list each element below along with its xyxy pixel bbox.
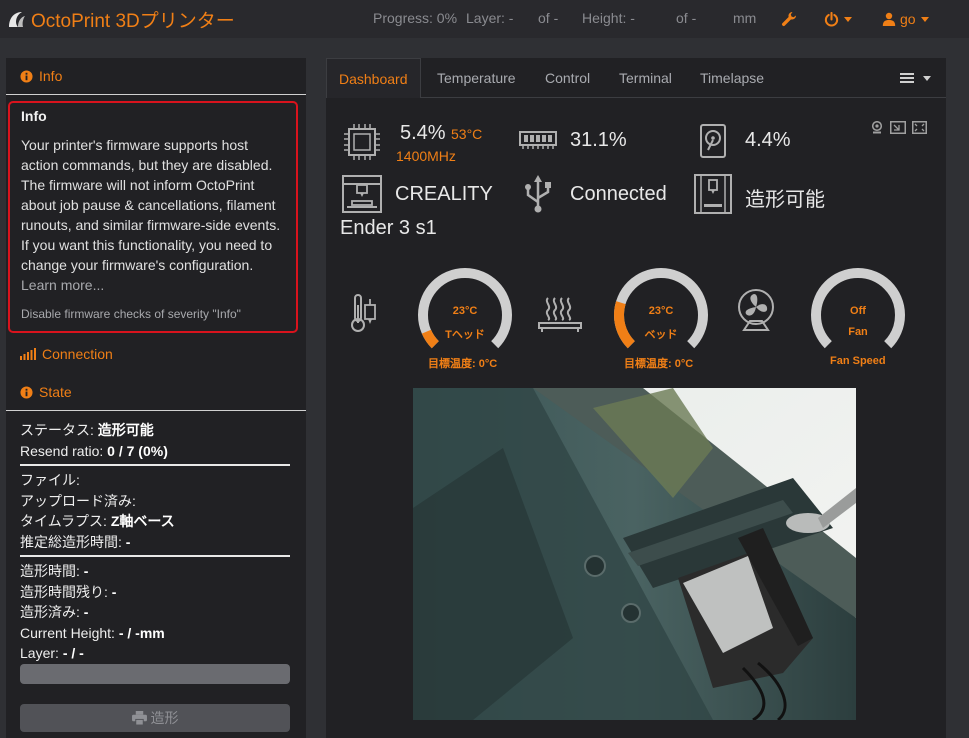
nav-height: Height: - xyxy=(582,10,635,26)
learn-more-link[interactable]: Learn more... xyxy=(21,275,285,295)
fan-icon xyxy=(738,289,774,331)
info-icon xyxy=(20,385,33,399)
power-icon xyxy=(824,11,839,26)
fan-label: Fan xyxy=(848,326,868,338)
disable-checks-link[interactable]: Disable firmware checks of severity "Inf… xyxy=(21,307,285,321)
divider xyxy=(20,555,290,557)
chevron-down-icon xyxy=(844,16,852,22)
tab-bar: Dashboard Temperature Control Terminal T… xyxy=(326,58,946,98)
nav-height-of: of - xyxy=(676,10,697,26)
printer-brand: CREALITY xyxy=(395,183,493,205)
disk-usage: 4.4% xyxy=(745,129,791,151)
fan-value: Off xyxy=(850,305,866,317)
webcam-stream[interactable] xyxy=(413,388,856,720)
state-printed: 造形済み: - xyxy=(20,604,89,620)
settings-button[interactable] xyxy=(781,8,797,30)
main-panel: Dashboard Temperature Control Terminal T… xyxy=(326,58,946,738)
alert-title: Info xyxy=(21,108,47,124)
print-button-label: 造形 xyxy=(150,710,179,726)
signal-icon xyxy=(20,348,36,360)
hotend-temperature: 23°C xyxy=(452,305,478,317)
fan-caption: Fan Speed xyxy=(830,355,886,367)
sidebar-header-label: Info xyxy=(39,68,63,84)
chevron-down-icon xyxy=(923,76,931,81)
nav-layer: Layer: - xyxy=(466,10,514,26)
memory-usage: 31.1% xyxy=(570,129,627,151)
wrench-icon xyxy=(782,11,797,26)
cpu-icon xyxy=(344,124,380,160)
state-current-height: Current Height: - / -mm xyxy=(20,624,165,641)
printer-3d-icon xyxy=(342,175,382,213)
cpu-temperature: 53°C xyxy=(451,126,483,142)
nav-height-unit: mm xyxy=(733,10,757,26)
connection-status: Connected xyxy=(570,183,667,205)
system-menu-button[interactable] xyxy=(824,8,852,30)
tab-timelapse[interactable]: Timelapse xyxy=(700,58,764,98)
divider xyxy=(20,464,290,466)
state-resend: Resend ratio: 0 / 7 (0%) xyxy=(20,442,168,459)
printer-status: 造形可能 xyxy=(745,189,825,211)
state-estimated-time: 推定総造形時間: - xyxy=(20,533,131,550)
sidebar-header-info[interactable]: Info xyxy=(6,58,306,94)
state-file: ファイル: xyxy=(20,472,80,488)
state-time-remaining: 造形時間残り: - xyxy=(20,583,117,600)
webcam-toggle-icon[interactable] xyxy=(870,121,884,134)
print-progress-bar xyxy=(20,664,290,684)
heated-bed-icon xyxy=(538,297,582,332)
state-uploaded: アップロード済み: xyxy=(20,492,136,509)
expand-icon[interactable] xyxy=(912,121,927,134)
print-button[interactable]: 造形 xyxy=(20,704,290,732)
cpu-usage: 5.4% xyxy=(400,122,446,144)
fullscreen-icon[interactable] xyxy=(890,121,906,134)
divider xyxy=(6,94,306,95)
user-menu-button[interactable]: go xyxy=(882,8,929,30)
sidebar-header-state[interactable]: State xyxy=(6,374,306,410)
sidebar: Info Info Your printer's firmware suppor… xyxy=(6,58,306,738)
brand-title: OctoPrint 3Dプリンター xyxy=(31,10,235,32)
printer-status-icon xyxy=(694,174,732,214)
disk-icon xyxy=(700,124,726,158)
tab-dashboard[interactable]: Dashboard xyxy=(326,58,421,98)
user-icon xyxy=(882,12,896,26)
state-info: ステータス: 造形可能 Resend ratio: 0 / 7 (0%) ファイ… xyxy=(20,420,300,664)
hotend-target: 目標温度: 0°C xyxy=(428,358,498,370)
navbar: OctoPrint 3Dプリンター Progress: 0% Layer: - … xyxy=(0,0,969,38)
bed-label: ベッド xyxy=(644,329,678,341)
memory-icon xyxy=(519,131,557,149)
nav-layer-of: of - xyxy=(538,10,559,26)
tab-temperature[interactable]: Temperature xyxy=(437,58,516,98)
usb-icon xyxy=(525,175,551,213)
state-status: ステータス: 造形可能 xyxy=(20,422,154,438)
tab-terminal[interactable]: Terminal xyxy=(619,58,672,98)
bed-temperature: 23°C xyxy=(648,305,674,317)
info-icon xyxy=(20,69,33,83)
alert-body: Your printer's firmware supports host ac… xyxy=(21,137,281,273)
firmware-info-alert: Info Your printer's firmware supports ho… xyxy=(8,101,298,333)
cpu-frequency: 1400MHz xyxy=(396,148,456,164)
chevron-down-icon xyxy=(920,16,929,22)
nav-progress: Progress: 0% xyxy=(373,10,458,26)
webcam-image xyxy=(413,388,856,720)
menu-icon xyxy=(900,73,914,75)
tab-menu-button[interactable] xyxy=(900,73,931,83)
state-print-time: 造形時間: - xyxy=(20,563,89,579)
bed-target: 目標温度: 0°C xyxy=(624,358,694,370)
printer-model: Ender 3 s1 xyxy=(340,217,437,239)
hotend-label: Tヘッド xyxy=(445,329,485,341)
user-name: go xyxy=(900,11,916,27)
brand[interactable]: OctoPrint 3Dプリンター xyxy=(6,6,235,32)
octoprint-logo-icon xyxy=(9,12,25,27)
sidebar-header-label: State xyxy=(39,384,72,400)
tab-control[interactable]: Control xyxy=(545,58,590,98)
divider xyxy=(6,410,306,411)
thermometer-icon xyxy=(351,294,376,332)
printer-icon xyxy=(131,711,147,725)
state-timelapse: タイムラプス: Z軸ベース xyxy=(20,513,175,529)
sidebar-header-connection[interactable]: Connection xyxy=(6,336,306,372)
sidebar-header-label: Connection xyxy=(42,346,113,362)
state-layer: Layer: - / - xyxy=(20,645,84,661)
